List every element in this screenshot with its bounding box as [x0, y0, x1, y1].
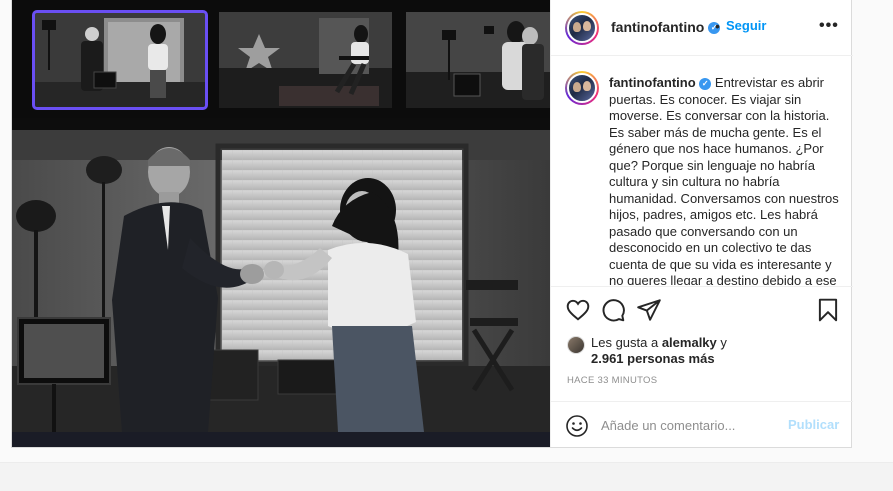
caption-scroll-area[interactable]: fantinofantino ✓ Entrevistar es abrir pu…: [551, 57, 853, 285]
follow-button[interactable]: Seguir: [726, 18, 766, 33]
post-actions: [551, 286, 853, 330]
thumbnail-image: [406, 12, 550, 108]
instagram-post: fantinofantino ✓ • Seguir ••• fantinofan…: [11, 0, 853, 448]
heart-icon[interactable]: [565, 297, 591, 323]
comment-icon[interactable]: [600, 297, 626, 323]
share-icon[interactable]: [636, 297, 662, 323]
post-photo: [12, 130, 550, 432]
comment-input[interactable]: [601, 416, 781, 434]
author-avatar[interactable]: [565, 11, 599, 45]
page: fantinofantino ✓ • Seguir ••• fantinofan…: [0, 0, 893, 491]
post-photo-image: [12, 130, 550, 432]
thumbnail-strip: [12, 0, 550, 118]
media-bottom-strip: [12, 432, 550, 447]
post-header: fantinofantino ✓ • Seguir •••: [551, 0, 853, 56]
thumbnail-3[interactable]: [406, 12, 550, 108]
thumbnail-image: [219, 12, 392, 108]
header-separator: •: [715, 18, 720, 34]
publish-button[interactable]: Publicar: [788, 417, 839, 432]
thumbnail-2[interactable]: [219, 12, 392, 108]
likes-section: Les gusta a alemalky y 2.961 personas má…: [551, 330, 853, 370]
author-avatar-image: [567, 13, 597, 43]
liker-username[interactable]: alemalky: [662, 335, 717, 350]
page-footer-band: [0, 462, 893, 491]
caption-author-avatar[interactable]: [565, 71, 599, 105]
thumbnail-image: [34, 12, 206, 108]
likes-prefix: Les gusta a: [591, 335, 662, 350]
thumbnail-selected[interactable]: [32, 10, 208, 110]
bookmark-icon[interactable]: [815, 297, 841, 323]
verified-badge-icon: ✓: [699, 77, 712, 90]
post-caption: fantinofantino ✓ Entrevistar es abrir pu…: [609, 75, 841, 285]
caption-author-avatar-image: [567, 73, 597, 103]
post-media[interactable]: [12, 0, 550, 447]
author-username[interactable]: fantinofantino ✓: [611, 19, 721, 35]
likes-suffix: y: [716, 335, 727, 350]
comment-bar: Publicar: [551, 401, 853, 447]
more-options-icon[interactable]: •••: [819, 17, 839, 35]
emoji-icon[interactable]: [565, 414, 589, 438]
author-username-text[interactable]: fantinofantino: [611, 19, 704, 35]
likes-text: Les gusta a alemalky y: [591, 335, 727, 350]
post-timestamp[interactable]: HACE 33 MINUTOS: [567, 375, 657, 386]
likes-count[interactable]: 2.961 personas más: [591, 351, 715, 366]
liker-avatar[interactable]: [567, 336, 585, 354]
post-sidebar: fantinofantino ✓ • Seguir ••• fantinofan…: [550, 0, 853, 447]
caption-username[interactable]: fantinofantino: [609, 75, 696, 90]
caption-text: Entrevistar es abrir puertas. Es conocer…: [609, 75, 839, 285]
